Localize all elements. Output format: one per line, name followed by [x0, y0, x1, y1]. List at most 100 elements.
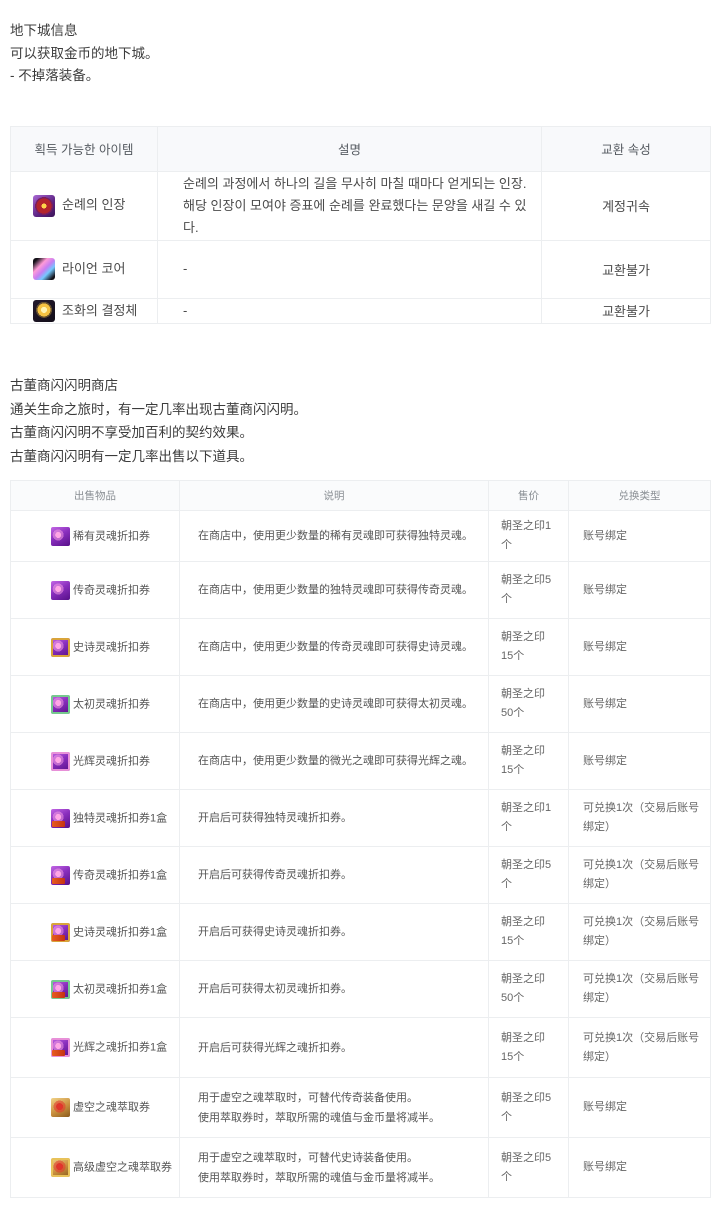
pilgrim-seal-icon [33, 194, 55, 217]
shop-item-description: 用于虚空之魂萃取时，可替代传奇装备使用。 使用萃取券时，萃取所需的魂值与金币量将… [179, 1077, 489, 1139]
shop-item-price: 朝圣之印5 个 [488, 1077, 569, 1139]
shop-item-name: 光辉之魂折扣券1盒 [73, 1041, 168, 1054]
shop-item-price: 朝圣之印 15个 [488, 1017, 569, 1079]
shop-table-row: 传奇灵魂折扣券 在商店中，使用更少数量的独特灵魂即可获得传奇灵魂。 朝圣之印5 … [10, 561, 711, 620]
shop-item-description: 在商店中，使用更少数量的传奇灵魂即可获得史诗灵魂。 [179, 618, 489, 677]
shop-table-row: 独特灵魂折扣券1盒 开启后可获得独特灵魂折扣券。 朝圣之印1 个 可兑换1次（交… [10, 789, 711, 848]
shop-info-line-1: 通关生命之旅时，有一定几率出现古董商闪闪明。 [10, 401, 307, 417]
shop-item-description: 开启后可获得史诗灵魂折扣券。 [179, 903, 489, 962]
shop-item-exchange-type: 可兑换1次（交易后账号绑定） [568, 846, 711, 905]
shop-item-description: 在商店中，使用更少数量的微光之魂即可获得光辉之魂。 [179, 732, 489, 791]
shop-table-row: 太初灵魂折扣券1盒 开启后可获得太初灵魂折扣券。 朝圣之印 50个 可兑换1次（… [10, 960, 711, 1019]
item-name: 순례의 인장 [62, 197, 126, 213]
shop-item-exchange-type: 账号绑定 [568, 675, 711, 734]
shop-table: 出售物品 说明 售价 兑换类型 稀有灵魂折扣券 在商店中，使用更少数量的稀有灵魂… [10, 480, 711, 1199]
shop-item-exchange-type: 可兑换1次（交易后账号绑定） [568, 1017, 711, 1079]
shop-table-row: 史诗灵魂折扣券 在商店中，使用更少数量的传奇灵魂即可获得史诗灵魂。 朝圣之印 1… [10, 618, 711, 677]
item-table-header-row: 획득 가능한 아이템 설명 교환 속성 [10, 125, 711, 172]
box-unique-icon [51, 808, 70, 828]
dungeon-info-line-2: - 不掉落装备。 [10, 68, 100, 83]
shop-item-exchange-type: 账号绑定 [568, 618, 711, 677]
shop-item-description: 在商店中，使用更少数量的史诗灵魂即可获得太初灵魂。 [179, 675, 489, 734]
shop-info-line-3: 古董商闪闪明有一定几率出售以下道具。 [10, 448, 253, 464]
shop-item-name: 独特灵魂折扣券1盒 [73, 811, 168, 824]
shop-item-description: 开启后可获得光辉之魂折扣券。 [179, 1017, 489, 1079]
item-table-row: 순례의 인장 순례의 과정에서 하나의 길을 무사히 마칠 때마다 얻게되는 인… [10, 170, 711, 241]
shop-item-price: 朝圣之印1 个 [488, 789, 569, 848]
harmony-crystal-icon [33, 300, 55, 323]
box-radiant-icon [51, 1038, 70, 1058]
shop-item-name: 太初灵魂折扣券 [73, 697, 150, 710]
page: 地下城信息 可以获取金币的地下城。 - 不掉落装备。 획득 가능한 아이템 설명… [0, 0, 720, 1199]
item-description: - [157, 239, 542, 299]
shop-table-row: 稀有灵魂折扣券 在商店中，使用更少数量的稀有灵魂即可获得独特灵魂。 朝圣之印1 … [10, 510, 711, 563]
shop-item-exchange-type: 可兑换1次（交易后账号绑定） [568, 903, 711, 962]
item-description: - [157, 297, 542, 325]
shop-item-exchange-type: 账号绑定 [568, 732, 711, 791]
shop-item-exchange-type: 可兑换1次（交易后账号绑定） [568, 789, 711, 848]
shop-item-name: 高级虚空之魂萃取券 [73, 1161, 172, 1174]
dungeon-info-title: 地下城信息 [10, 23, 78, 38]
shop-item-name: 史诗灵魂折扣券1盒 [73, 925, 168, 938]
shop-item-price: 朝圣之印 50个 [488, 960, 569, 1019]
item-exchange-attr: 계정귀속 [541, 170, 711, 241]
shop-table-header-price: 售价 [488, 480, 569, 512]
shop-item-price: 朝圣之印 15个 [488, 903, 569, 962]
shop-item-price: 朝圣之印5 个 [488, 561, 569, 620]
shop-table-row: 史诗灵魂折扣券1盒 开启后可获得史诗灵魂折扣券。 朝圣之印 15个 可兑换1次（… [10, 903, 711, 962]
shop-item-price: 朝圣之印 50个 [488, 675, 569, 734]
shop-item-description: 开启后可获得独特灵魂折扣券。 [179, 789, 489, 848]
shop-item-name: 史诗灵魂折扣券 [73, 640, 150, 653]
item-table-row: 조화의 결정체 - 교환불가 [10, 297, 711, 325]
ticket-radiant-icon [51, 751, 70, 771]
shop-info-title: 古董商闪闪明商店 [10, 378, 118, 394]
shop-info-section: 古董商闪闪明商店 通关生命之旅时，有一定几率出现古董商闪闪明。 古董商闪闪明不享… [10, 374, 710, 468]
shop-item-price: 朝圣之印 15个 [488, 618, 569, 677]
shop-table-row: 高级虚空之魂萃取券 用于虚空之魂萃取时，可替代史诗装备使用。 使用萃取券时，萃取… [10, 1137, 711, 1199]
item-exchange-attr: 교환불가 [541, 297, 711, 325]
extract-ticket-icon [51, 1098, 70, 1118]
shop-item-name: 光辉灵魂折扣券 [73, 754, 150, 767]
shop-item-name: 太初灵魂折扣券1盒 [73, 982, 168, 995]
shop-table-row: 传奇灵魂折扣券1盒 开启后可获得传奇灵魂折扣券。 朝圣之印5 个 可兑换1次（交… [10, 846, 711, 905]
box-legend-icon [51, 865, 70, 885]
ticket-rare-icon [51, 526, 70, 546]
shop-item-exchange-type: 账号绑定 [568, 510, 711, 563]
shop-item-exchange-type: 账号绑定 [568, 1077, 711, 1139]
item-exchange-attr: 교환불가 [541, 239, 711, 299]
shop-item-name: 稀有灵魂折扣券 [73, 529, 150, 542]
item-table-header-attr: 교환 속성 [541, 125, 711, 172]
item-description: 순례의 과정에서 하나의 길을 무사히 마칠 때마다 얻게되는 인장. 해당 인… [157, 170, 542, 241]
shop-item-name: 传奇灵魂折扣券1盒 [73, 868, 168, 881]
item-name: 조화의 결정체 [62, 302, 138, 318]
shop-item-price: 朝圣之印 15个 [488, 732, 569, 791]
shop-item-description: 开启后可获得传奇灵魂折扣券。 [179, 846, 489, 905]
item-table-row: 라이언 코어 - 교환불가 [10, 239, 711, 299]
lion-core-icon [33, 258, 55, 281]
item-table-header-item: 획득 가능한 아이템 [10, 125, 158, 172]
shop-table-row: 光辉灵魂折扣券 在商店中，使用更少数量的微光之魂即可获得光辉之魂。 朝圣之印 1… [10, 732, 711, 791]
shop-item-price: 朝圣之印5 个 [488, 1137, 569, 1199]
item-table-header-desc: 설명 [157, 125, 542, 172]
dungeon-info-line-1: 可以获取金币的地下城。 [10, 45, 159, 61]
shop-item-description: 在商店中，使用更少数量的独特灵魂即可获得传奇灵魂。 [179, 561, 489, 620]
shop-table-header-row: 出售物品 说明 售价 兑换类型 [10, 480, 711, 512]
ticket-legend-icon [51, 580, 70, 600]
shop-item-exchange-type: 账号绑定 [568, 1137, 711, 1199]
extract-ticket-advanced-icon [51, 1158, 70, 1178]
shop-item-description: 开启后可获得太初灵魂折扣券。 [179, 960, 489, 1019]
shop-table-row: 虚空之魂萃取券 用于虚空之魂萃取时，可替代传奇装备使用。 使用萃取券时，萃取所需… [10, 1077, 711, 1139]
ticket-primeval-icon [51, 694, 70, 714]
shop-item-price: 朝圣之印5 个 [488, 846, 569, 905]
shop-item-price: 朝圣之印1 个 [488, 510, 569, 563]
item-table: 획득 가능한 아이템 설명 교환 속성 순례의 인장 순례의 과정에서 하나의 … [10, 125, 711, 325]
shop-item-exchange-type: 可兑换1次（交易后账号绑定） [568, 960, 711, 1019]
shop-info-line-2: 古董商闪闪明不享受加百利的契约效果。 [10, 425, 253, 441]
shop-table-row: 太初灵魂折扣券 在商店中，使用更少数量的史诗灵魂即可获得太初灵魂。 朝圣之印 5… [10, 675, 711, 734]
shop-item-name: 传奇灵魂折扣券 [73, 583, 150, 596]
shop-table-header-item: 出售物品 [10, 480, 180, 512]
shop-item-exchange-type: 账号绑定 [568, 561, 711, 620]
shop-table-header-desc: 说明 [179, 480, 489, 512]
ticket-epic-icon [51, 637, 70, 657]
shop-item-description: 用于虚空之魂萃取时，可替代史诗装备使用。 使用萃取券时，萃取所需的魂值与金币量将… [179, 1137, 489, 1199]
